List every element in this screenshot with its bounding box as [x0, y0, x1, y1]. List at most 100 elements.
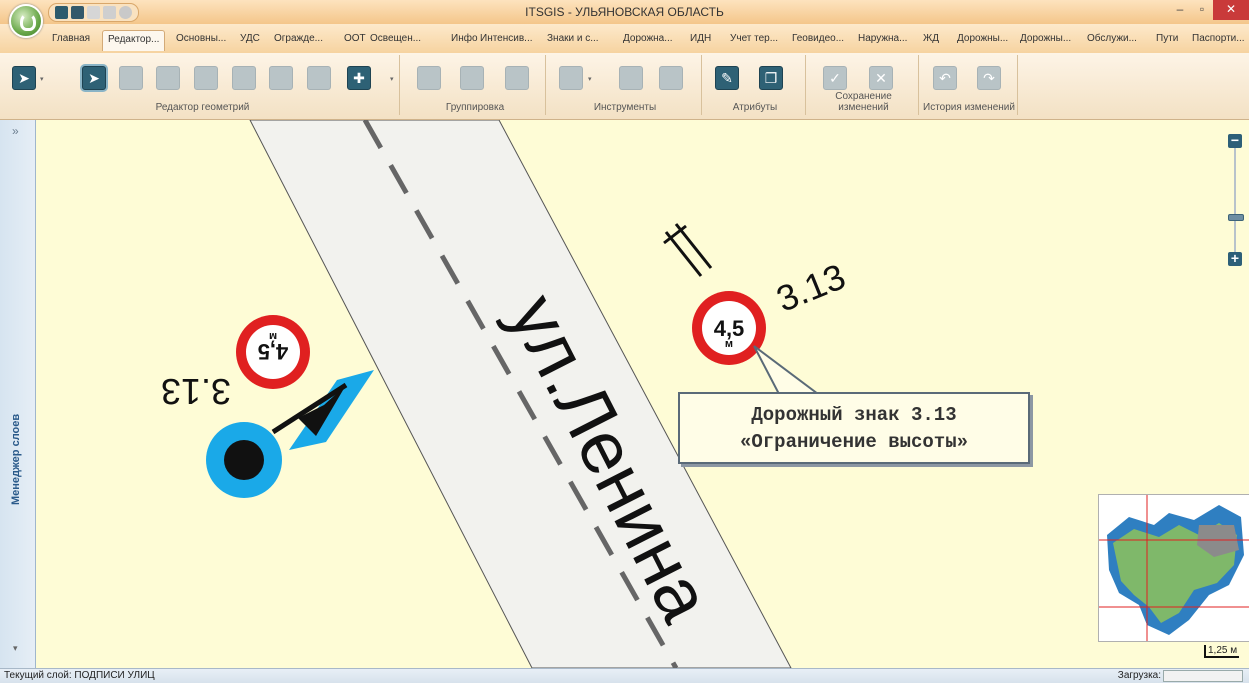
- map-view[interactable]: ул.Ленина 4,5 м 3.13 4,5 м 3.13 Дорожный…: [36, 120, 1249, 668]
- merge-button: [269, 66, 293, 90]
- expand-panel-button[interactable]: »: [12, 124, 19, 138]
- current-layer-text: Текущий слой: ПОДПИСИ УЛИЦ: [4, 670, 155, 681]
- attributes-button[interactable]: ✎: [715, 66, 739, 90]
- ribbon: ➤ ▾ ➤ ✚ ▾ Редактор геометрий Группировка…: [0, 53, 1249, 120]
- tab-barriers[interactable]: Огражде...: [274, 33, 323, 44]
- group-label: Группировка: [445, 102, 505, 113]
- apply-changes-button: ✓: [823, 66, 847, 90]
- callout-pointer: [753, 345, 821, 395]
- window-title: ITSGIS - УЛЬЯНОВСКАЯ ОБЛАСТЬ: [525, 5, 724, 19]
- group-grouping: Группировка: [405, 55, 546, 115]
- plus-icon: ✚: [353, 70, 365, 86]
- title-bar: ITSGIS - УЛЬЯНОВСКАЯ ОБЛАСТЬ – ▫ ✕: [0, 0, 1249, 38]
- group-label: Редактор геометрий: [155, 102, 250, 113]
- group-label: Сохранение изменений: [835, 91, 892, 113]
- sign-code-label: 3.13: [771, 255, 851, 319]
- group-history: ↶ ↷ История изменений: [921, 55, 1018, 115]
- cross-icon: ✕: [875, 70, 887, 86]
- app-menu-button[interactable]: [9, 4, 43, 38]
- tab-outdoor[interactable]: Наружна...: [858, 33, 907, 44]
- redo-arrow-icon: ↷: [983, 70, 995, 86]
- copy-attributes-button[interactable]: ❐: [759, 66, 783, 90]
- tab-roads-1[interactable]: Дорожны...: [957, 33, 1008, 44]
- copy-icon: ❐: [764, 70, 778, 86]
- erase-button: [307, 66, 331, 90]
- split-button: [232, 66, 256, 90]
- close-button[interactable]: ✕: [1213, 0, 1249, 20]
- chevron-down-icon[interactable]: ▾: [40, 75, 44, 83]
- tab-road[interactable]: Дорожна...: [623, 33, 673, 44]
- zoom-slider-thumb[interactable]: [1228, 214, 1244, 221]
- cursor-plus-icon: ➤: [88, 70, 100, 86]
- tab-uds[interactable]: УДС: [240, 33, 260, 44]
- select-object-button[interactable]: ➤: [82, 66, 106, 90]
- status-bar: Текущий слой: ПОДПИСИ УЛИЦ Загрузка:: [0, 668, 1249, 683]
- group-attributes: ✎ ❐ Атрибуты: [705, 55, 806, 115]
- map-canvas[interactable]: ул.Ленина 4,5 м 3.13 4,5 м 3.13: [36, 120, 1249, 668]
- selection-handle[interactable]: [289, 370, 374, 450]
- anchor-point-icon: [224, 440, 264, 480]
- group-button: [417, 66, 441, 90]
- tab-service[interactable]: Обслужи...: [1087, 33, 1137, 44]
- road-sign-right[interactable]: 4,5 м 3.13: [663, 223, 851, 365]
- loading-progress-bar: [1163, 670, 1243, 682]
- tab-accounting[interactable]: Учет тер...: [730, 33, 778, 44]
- sign-code-label: 3.13: [161, 371, 231, 412]
- road-sign-left[interactable]: 4,5 м 3.13: [161, 315, 374, 498]
- scale-bar: 1,25 м: [1204, 645, 1240, 658]
- cursor-icon: ➤: [18, 70, 30, 86]
- group-label: История изменений: [923, 102, 1015, 113]
- group-edit-button: [505, 66, 529, 90]
- ungroup-button: [460, 66, 484, 90]
- redo-button: ↷: [977, 66, 1001, 90]
- undo-arrow-icon: ↶: [939, 70, 951, 86]
- tab-paths[interactable]: Пути: [1156, 33, 1178, 44]
- tab-signs[interactable]: Знаки и с...: [547, 33, 599, 44]
- draw-polygon-button: [119, 66, 143, 90]
- chevron-down-icon: ▾: [588, 76, 592, 83]
- chevron-down-icon[interactable]: ▾: [13, 643, 18, 654]
- tool-path-button: [659, 66, 683, 90]
- tab-geovideo[interactable]: Геовидео...: [792, 33, 844, 44]
- select-tool-button[interactable]: ➤: [12, 66, 36, 90]
- tool-move-button: [619, 66, 643, 90]
- group-label: Инструменты: [593, 102, 657, 113]
- tab-home[interactable]: Главная: [52, 33, 90, 44]
- discard-changes-button: ✕: [869, 66, 893, 90]
- add-object-button[interactable]: ✚: [347, 66, 371, 90]
- callout-subtitle: «Ограничение высоты»: [739, 431, 969, 453]
- zoom-slider-track[interactable]: [1234, 148, 1236, 256]
- tab-main[interactable]: Основны...: [176, 33, 226, 44]
- overview-map-image: [1099, 495, 1249, 641]
- tab-roads-2[interactable]: Дорожны...: [1020, 33, 1071, 44]
- check-icon: ✓: [829, 70, 841, 86]
- zoom-out-button[interactable]: −: [1228, 133, 1242, 148]
- edit-shape-button: [156, 66, 180, 90]
- tab-railway[interactable]: ЖД: [923, 33, 939, 44]
- chevron-down-icon[interactable]: ▾: [390, 75, 394, 83]
- tab-idn[interactable]: ИДН: [690, 33, 711, 44]
- sign-unit: м: [269, 330, 277, 342]
- group-save-changes: ✓ ✕ Сохранение изменений: [809, 55, 919, 115]
- undo-button: ↶: [933, 66, 957, 90]
- tab-lighting[interactable]: Освещен...: [370, 33, 421, 44]
- sign-callout: Дорожный знак 3.13 «Ограничение высоты»: [678, 392, 1030, 464]
- group-label: Атрибуты: [732, 102, 778, 113]
- callout-title: Дорожный знак 3.13: [751, 404, 957, 426]
- zoom-in-button[interactable]: +: [1228, 251, 1242, 266]
- restore-button[interactable]: ▫: [1191, 0, 1213, 20]
- tab-editor[interactable]: Редактор...: [102, 30, 166, 51]
- tab-oot[interactable]: ООТ: [344, 33, 366, 44]
- tab-info[interactable]: Инфо: [451, 33, 478, 44]
- minimize-button[interactable]: –: [1169, 0, 1191, 20]
- tool-add-button: [559, 66, 583, 90]
- ribbon-tabs: Главная Редактор... Основны... УДС Ограж…: [0, 24, 1249, 53]
- tab-passports[interactable]: Паспорти...: [1192, 33, 1245, 44]
- layer-manager-panel: » Менеджер слоев ▾: [0, 120, 36, 668]
- loading-label: Загрузка:: [1117, 670, 1161, 681]
- layer-manager-tab[interactable]: Менеджер слоев: [10, 414, 22, 505]
- tab-intensity[interactable]: Интенсив...: [480, 33, 533, 44]
- overview-map[interactable]: [1098, 494, 1249, 642]
- sign-unit: м: [725, 338, 733, 350]
- edit-vertex-button: [194, 66, 218, 90]
